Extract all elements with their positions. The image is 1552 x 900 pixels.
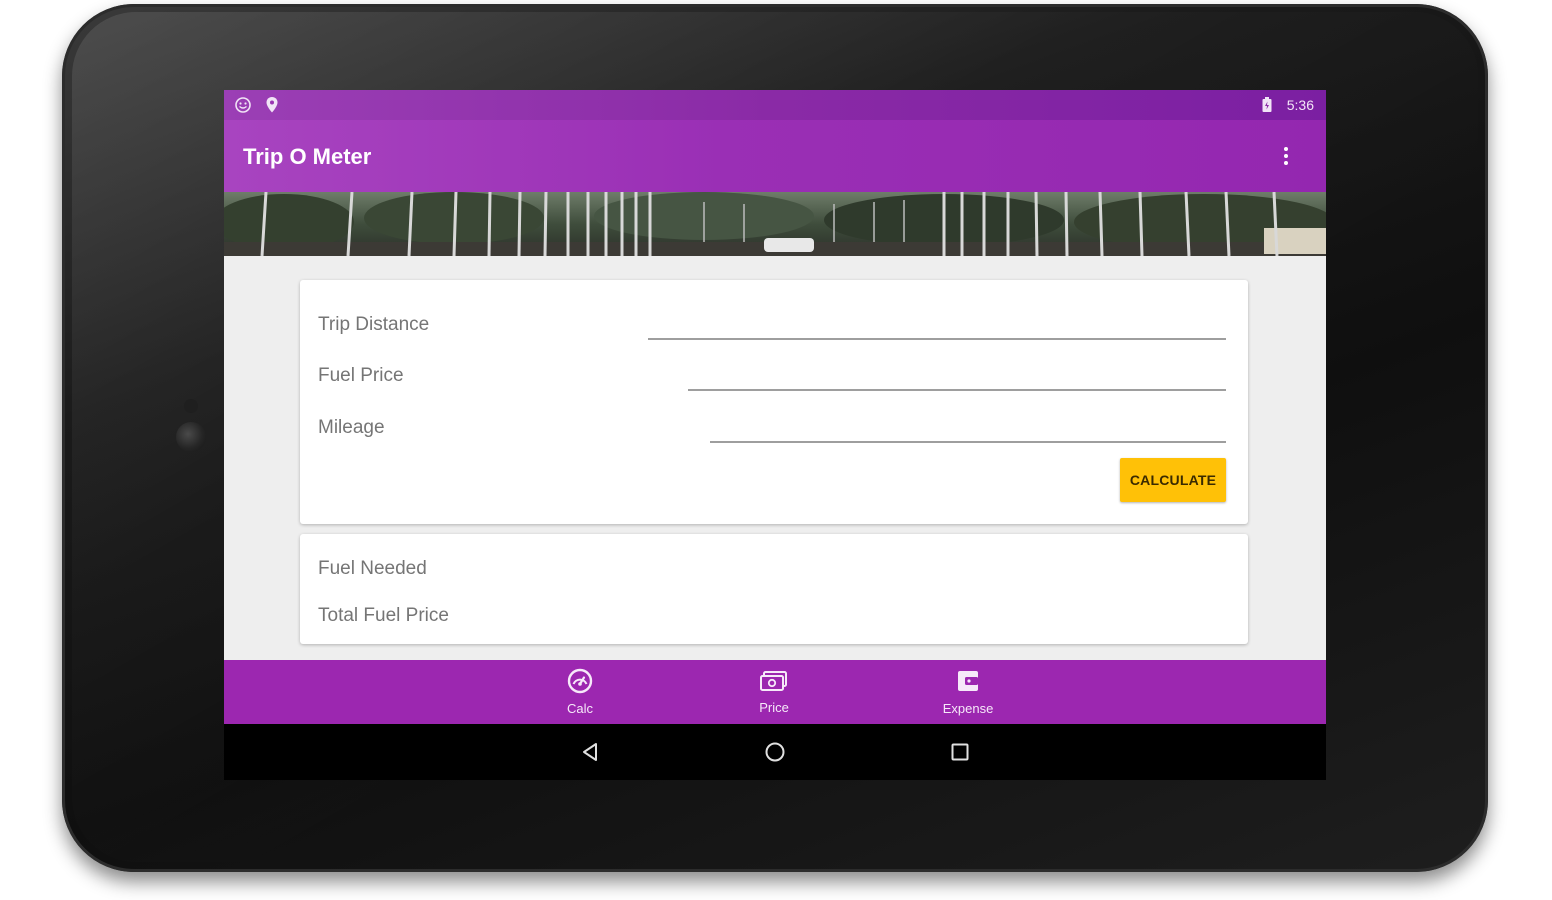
battery-icon	[1258, 96, 1276, 114]
recents-icon[interactable]	[946, 738, 974, 766]
wallet-icon	[955, 668, 981, 699]
app-bar: Trip O Meter	[224, 120, 1326, 192]
trip-input-card: Trip Distance Fuel Price Mileage CALCULA…	[300, 280, 1248, 524]
fuel-price-label: Fuel Price	[318, 365, 404, 386]
system-navigation-bar	[224, 724, 1326, 780]
trip-distance-input[interactable]	[648, 338, 1226, 340]
mileage-input[interactable]	[710, 441, 1226, 443]
app-title: Trip O Meter	[243, 144, 372, 169]
fuel-price-input[interactable]	[688, 389, 1226, 391]
total-fuel-price-label: Total Fuel Price	[318, 605, 449, 626]
nav-item-price[interactable]: Price	[724, 660, 824, 724]
trip-distance-label: Trip Distance	[318, 314, 430, 335]
home-icon[interactable]	[761, 738, 789, 766]
front-camera	[176, 422, 206, 452]
header-photo	[224, 192, 1326, 256]
device-screen: 5:36 Trip O Meter Trip Distance Fuel Pri…	[224, 90, 1326, 780]
speedometer-icon	[567, 668, 593, 699]
mileage-label: Mileage	[318, 417, 385, 438]
nav-label-expense: Expense	[942, 701, 994, 716]
nav-label-calc: Calc	[566, 701, 593, 716]
location-pin-icon	[263, 96, 281, 114]
status-time: 5:36	[1286, 97, 1314, 113]
bottom-navigation: Calc Price Expense	[224, 660, 1326, 724]
trip-result-card: Fuel Needed Total Fuel Price	[300, 534, 1248, 644]
nav-item-expense[interactable]: Expense	[918, 660, 1018, 724]
nav-item-calc[interactable]: Calc	[530, 660, 630, 724]
smiley-notification-icon	[234, 96, 252, 114]
fuel-needed-label: Fuel Needed	[318, 558, 427, 579]
money-icon	[759, 669, 789, 698]
status-bar: 5:36	[224, 90, 1326, 120]
back-icon[interactable]	[576, 738, 604, 766]
overflow-menu-icon[interactable]	[1274, 140, 1298, 172]
calculate-button[interactable]: CALCULATE	[1120, 458, 1226, 502]
nav-label-price: Price	[759, 700, 789, 715]
sensor-dot	[184, 399, 198, 413]
